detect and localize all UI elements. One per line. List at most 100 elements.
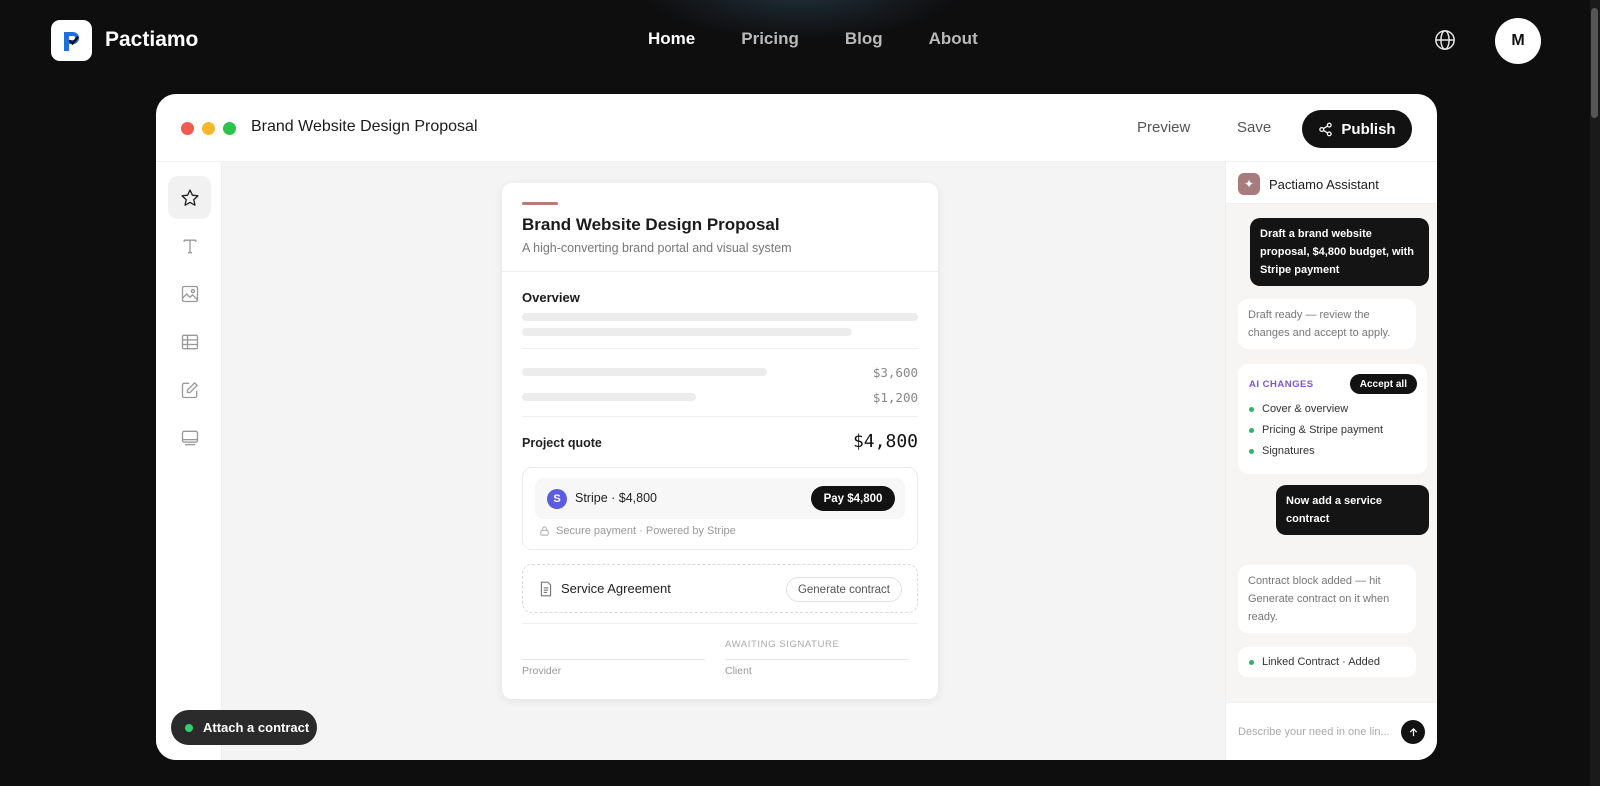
line-item-amount: $1,200 xyxy=(872,390,918,405)
image-icon xyxy=(181,285,198,302)
maximize-dot-icon[interactable] xyxy=(223,122,236,135)
document-title[interactable]: Brand Website Design Proposal xyxy=(522,215,780,235)
tool-star[interactable] xyxy=(168,176,211,219)
status-dot-icon xyxy=(1249,427,1254,433)
document-icon xyxy=(540,581,552,597)
status-dot-icon xyxy=(1249,406,1254,412)
divider xyxy=(522,416,918,417)
tool-image[interactable] xyxy=(168,272,211,315)
divider xyxy=(502,271,938,272)
proposal-document[interactable]: Brand Website Design Proposal A high-con… xyxy=(502,183,938,699)
secure-payment-text: Secure payment · Powered by Stripe xyxy=(556,525,736,537)
line-item-placeholder xyxy=(522,393,696,401)
line-item-amount: $3,600 xyxy=(872,365,918,380)
accept-all-button[interactable]: Accept all xyxy=(1349,374,1417,394)
payment-block[interactable]: S Stripe · $4,800 Pay $4,800 Secure paym… xyxy=(522,467,918,550)
tool-table[interactable] xyxy=(168,320,211,363)
divider xyxy=(522,348,918,349)
assistant-input-row xyxy=(1226,702,1437,760)
signature-status: AWAITING SIGNATURE xyxy=(725,639,840,650)
stripe-icon: S xyxy=(547,489,567,509)
text-icon xyxy=(183,239,196,253)
lock-icon xyxy=(540,526,549,536)
payment-provider-text: Stripe · $4,800 xyxy=(575,491,657,505)
scrollbar-thumb[interactable] xyxy=(1591,8,1598,118)
editor-window: Brand Website Design Proposal Preview Sa… xyxy=(156,94,1437,760)
assistant-title: Pactiamo Assistant xyxy=(1269,177,1379,192)
assistant-message: Contract block added — hit Generate cont… xyxy=(1238,565,1416,633)
project-quote-value: $4,800 xyxy=(852,431,918,452)
linked-contract-label: Linked Contract · Added xyxy=(1262,656,1381,668)
assistant-input[interactable] xyxy=(1238,721,1398,743)
user-message: Draft a brand website proposal, $4,800 b… xyxy=(1250,218,1429,286)
pay-button[interactable]: Pay $4,800 xyxy=(811,486,895,511)
title-accent-bar xyxy=(522,202,558,205)
payment-row: S Stripe · $4,800 Pay $4,800 xyxy=(535,478,905,519)
nav-link-home[interactable]: Home xyxy=(648,29,695,49)
nav-link-blog[interactable]: Blog xyxy=(845,29,883,49)
editor-canvas[interactable]: Brand Website Design Proposal A high-con… xyxy=(222,162,1225,760)
provider-label: Provider xyxy=(522,665,562,677)
nav-link-about[interactable]: About xyxy=(929,29,978,49)
change-item-label: Pricing & Stripe payment xyxy=(1262,424,1384,436)
generate-contract-button[interactable]: Generate contract xyxy=(785,577,902,602)
attach-contract-label: Attach a contract xyxy=(203,720,310,735)
service-agreement-label: Service Agreement xyxy=(561,581,671,596)
change-item-label: Cover & overview xyxy=(1262,403,1349,415)
tool-rail xyxy=(156,162,222,760)
device-icon xyxy=(181,430,198,445)
ai-changes-card: AI CHANGES Accept all Cover & overview P… xyxy=(1238,364,1427,474)
change-item[interactable]: Cover & overview xyxy=(1249,403,1348,415)
client-signature-line[interactable] xyxy=(725,659,908,660)
service-agreement-block[interactable]: Service Agreement Generate contract xyxy=(522,564,918,613)
status-dot-icon xyxy=(1249,659,1254,665)
globe-icon[interactable] xyxy=(1434,29,1456,51)
project-quote-label: Project quote xyxy=(522,436,602,450)
placeholder-line xyxy=(522,328,852,336)
document-subtitle[interactable]: A high-converting brand portal and visua… xyxy=(522,241,792,255)
assistant-message: Draft ready — review the changes and acc… xyxy=(1238,299,1416,349)
arrow-up-icon xyxy=(1409,727,1417,736)
placeholder-line xyxy=(522,313,918,321)
attach-contract-chip[interactable]: Attach a contract xyxy=(171,710,317,745)
divider xyxy=(522,623,918,624)
edit-icon xyxy=(181,381,198,398)
minimize-dot-icon[interactable] xyxy=(202,122,215,135)
ai-changes-title: AI CHANGES xyxy=(1249,379,1314,390)
sparkle-icon: ✦ xyxy=(1238,173,1260,195)
window-title: Brand Website Design Proposal xyxy=(251,118,478,135)
table-icon xyxy=(181,334,198,349)
window-header: Brand Website Design Proposal Preview Sa… xyxy=(156,94,1437,162)
star-icon xyxy=(180,188,199,206)
change-item-label: Signatures xyxy=(1262,445,1315,457)
main-nav: Home Pricing Blog About xyxy=(648,29,1024,49)
close-dot-icon[interactable] xyxy=(181,122,194,135)
top-navbar: Pactiamo Home Pricing Blog About M xyxy=(0,0,1600,80)
tool-edit[interactable] xyxy=(168,368,211,411)
tool-text[interactable] xyxy=(168,224,211,267)
linked-contract-status: Linked Contract · Added xyxy=(1238,647,1416,677)
tool-device[interactable] xyxy=(168,416,211,459)
user-message: Now add a service contract xyxy=(1276,485,1429,535)
overview-label[interactable]: Overview xyxy=(522,290,580,305)
nav-link-pricing[interactable]: Pricing xyxy=(741,29,799,49)
logo-icon xyxy=(63,31,79,51)
brand-name[interactable]: Pactiamo xyxy=(105,28,198,52)
client-label: Client xyxy=(725,665,752,677)
change-item[interactable]: Signatures xyxy=(1249,445,1315,457)
share-icon xyxy=(1319,122,1333,136)
brand-logo[interactable] xyxy=(51,20,92,61)
send-button[interactable] xyxy=(1401,720,1425,744)
line-item-placeholder xyxy=(522,368,767,376)
status-dot-icon xyxy=(1249,448,1254,454)
change-item[interactable]: Pricing & Stripe payment xyxy=(1249,424,1383,436)
publish-button[interactable]: Publish xyxy=(1302,110,1412,148)
user-avatar[interactable]: M xyxy=(1495,18,1541,64)
publish-label: Publish xyxy=(1341,120,1396,138)
status-dot-icon xyxy=(185,723,193,732)
assistant-panel: ✦ Pactiamo Assistant Draft a brand websi… xyxy=(1225,162,1437,760)
page-scrollbar[interactable] xyxy=(1590,0,1600,786)
preview-button[interactable]: Preview xyxy=(1137,119,1190,136)
provider-signature-line[interactable] xyxy=(522,659,705,660)
save-button[interactable]: Save xyxy=(1237,119,1271,136)
